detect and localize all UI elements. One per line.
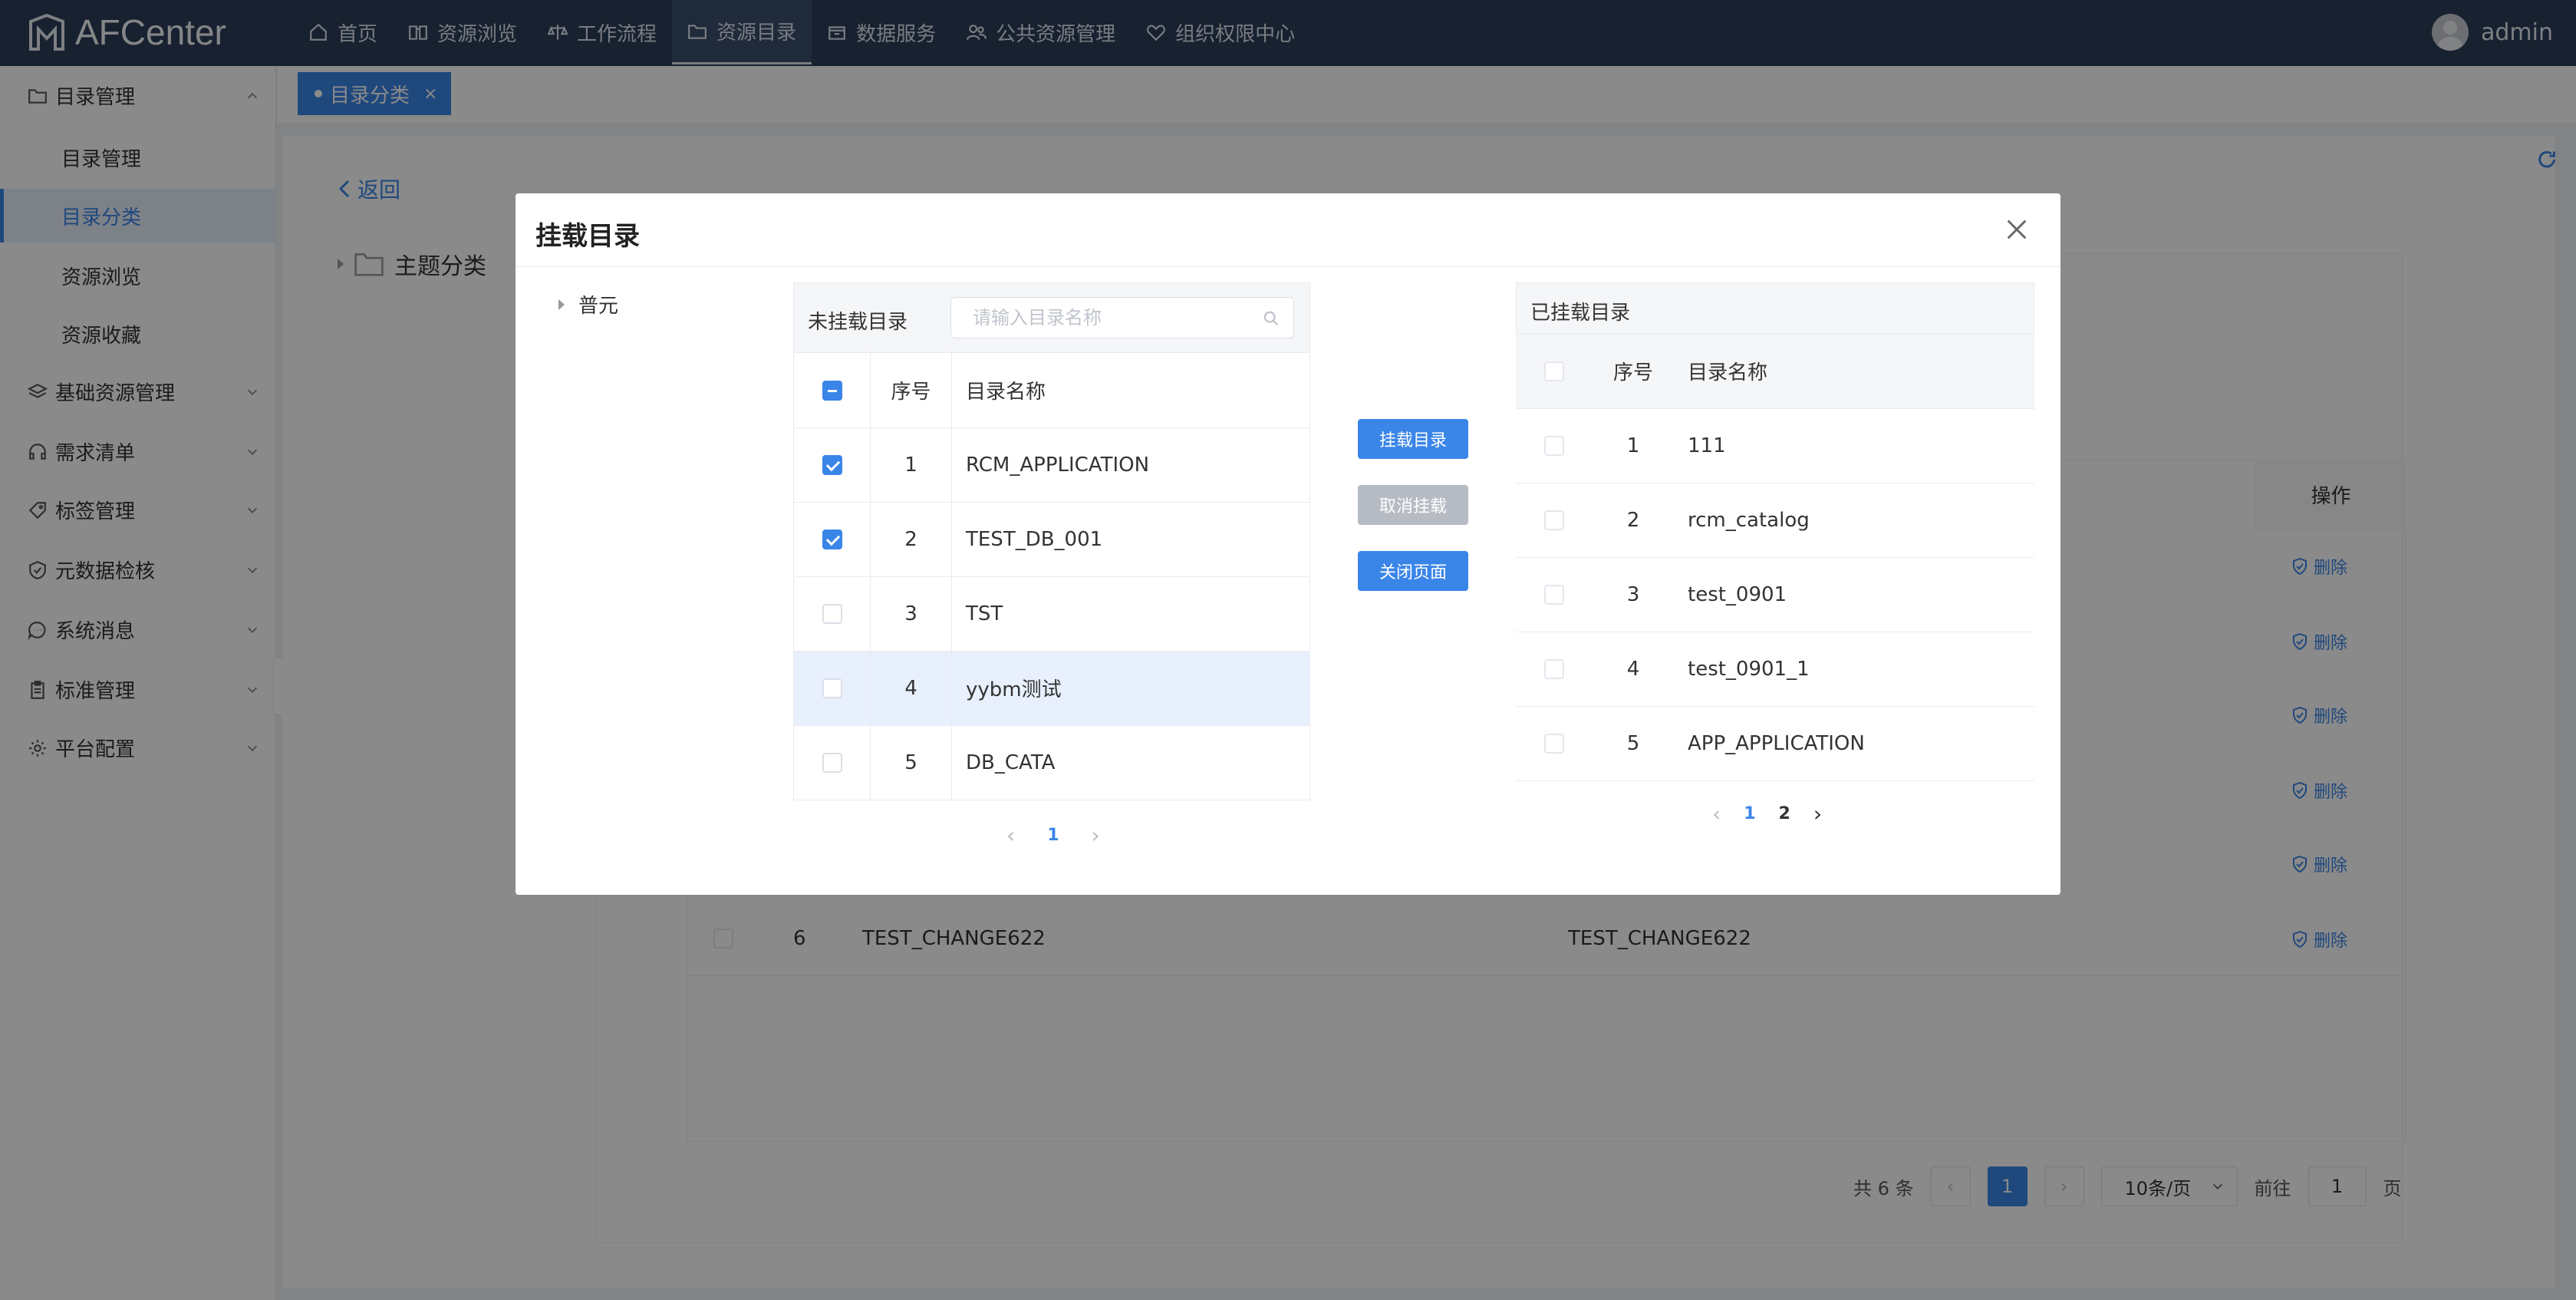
table-row[interactable]: 5 APP_APPLICATION [1516, 706, 2034, 781]
row-number: 4 [870, 651, 952, 726]
row-number: 3 [870, 576, 952, 652]
column-header-number: 序号 [1593, 335, 1674, 409]
row-number: 5 [870, 725, 952, 800]
table-row[interactable]: 5 DB_CATA [793, 725, 1310, 800]
row-number: 3 [1593, 557, 1674, 632]
mounted-panel-header: 已挂载目录 [1516, 282, 2034, 335]
table-row[interactable]: 3 TST [793, 576, 1310, 652]
row-name: test_0901_1 [1674, 632, 2034, 707]
table-row[interactable]: 4 yybm测试 [793, 651, 1310, 726]
search-box [950, 297, 1294, 338]
row-name: RCM_APPLICATION [951, 427, 1310, 503]
row-name: TST [951, 576, 1310, 652]
page-number-current[interactable]: 1 [1744, 804, 1755, 823]
row-name: yybm测试 [951, 651, 1310, 726]
row-number: 4 [1593, 632, 1674, 707]
mounted-pagination: ‹ 1 2 › [1712, 801, 1822, 827]
column-header-name: 目录名称 [1674, 335, 2034, 409]
prev-page-button[interactable]: ‹ [1006, 823, 1015, 848]
table-row[interactable]: 4 test_0901_1 [1516, 632, 2034, 707]
next-page-button[interactable]: › [1813, 801, 1822, 827]
row-number: 2 [1593, 483, 1674, 558]
unmount-button[interactable]: 取消挂载 [1358, 485, 1468, 525]
row-name: TEST_DB_001 [951, 502, 1310, 577]
unmounted-panel-title: 未挂载目录 [808, 311, 908, 334]
row-name: rcm_catalog [1674, 483, 2034, 558]
row-checkbox[interactable] [1544, 585, 1564, 605]
select-all-checkbox[interactable] [822, 380, 842, 401]
mount-catalog-dialog: 挂载目录 普元 未挂载目录 序号 目录名称 [516, 193, 2060, 895]
row-name: test_0901 [1674, 557, 2034, 632]
unmounted-pagination: ‹ 1 › [1006, 823, 1100, 848]
mount-button[interactable]: 挂载目录 [1358, 419, 1468, 459]
close-page-button[interactable]: 关闭页面 [1358, 551, 1468, 591]
row-name: APP_APPLICATION [1674, 706, 2034, 781]
close-icon[interactable] [2004, 216, 2030, 243]
column-header-name: 目录名称 [951, 353, 1310, 428]
row-number: 5 [1593, 706, 1674, 781]
row-number: 1 [870, 427, 952, 503]
row-name: 111 [1674, 408, 2034, 483]
row-checkbox[interactable] [1544, 436, 1564, 456]
page-number-2[interactable]: 2 [1779, 804, 1790, 823]
row-number: 1 [1593, 408, 1674, 483]
table-row[interactable]: 1 RCM_APPLICATION [793, 427, 1310, 503]
page-number-current[interactable]: 1 [1047, 826, 1059, 845]
row-checkbox[interactable] [1544, 510, 1564, 530]
org-tree-label: 普元 [578, 295, 619, 318]
row-checkbox[interactable] [1544, 659, 1564, 679]
unmounted-panel: 未挂载目录 序号 目录名称 1 RCM_APPLICATION [793, 282, 1310, 804]
table-row[interactable]: 3 test_0901 [1516, 557, 2034, 632]
row-checkbox[interactable] [1544, 734, 1564, 754]
column-header-number: 序号 [870, 353, 952, 428]
org-tree-node[interactable]: 普元 [558, 290, 618, 318]
row-number: 2 [870, 502, 952, 577]
unmounted-table: 序号 目录名称 1 RCM_APPLICATION 2 TEST_DB_001 … [793, 353, 1310, 800]
row-name: DB_CATA [951, 725, 1310, 800]
app-root: AFCenter 首页 资源浏览 工作流程 资源目录 数据服务 公共资源管理 组… [0, 0, 2576, 1300]
dialog-header: 挂载目录 [516, 193, 2060, 267]
select-all-checkbox[interactable] [1544, 361, 1564, 382]
row-checkbox[interactable] [822, 753, 842, 773]
next-page-button[interactable]: › [1092, 823, 1100, 848]
unmounted-panel-header: 未挂载目录 [793, 282, 1310, 353]
table-row[interactable]: 2 rcm_catalog [1516, 483, 2034, 558]
row-checkbox[interactable] [822, 604, 842, 624]
table-row[interactable]: 1 111 [1516, 408, 2034, 483]
mounted-table: 序号 目录名称 1 111 2 rcm_catalog 3 test_0901 [1516, 335, 2034, 781]
dialog-title: 挂载目录 [535, 221, 640, 252]
table-row[interactable]: 2 TEST_DB_001 [793, 502, 1310, 577]
mounted-panel-title: 已挂载目录 [1530, 302, 1631, 325]
prev-page-button[interactable]: ‹ [1712, 801, 1721, 827]
search-input[interactable] [973, 304, 1249, 332]
search-icon[interactable] [1263, 310, 1280, 327]
mounted-panel: 已挂载目录 序号 目录名称 1 111 2 rcm_catalog 3 test… [1516, 282, 2034, 781]
row-checkbox[interactable] [822, 530, 842, 549]
row-checkbox[interactable] [822, 455, 842, 475]
row-checkbox[interactable] [822, 678, 842, 698]
caret-right-icon [558, 299, 565, 310]
